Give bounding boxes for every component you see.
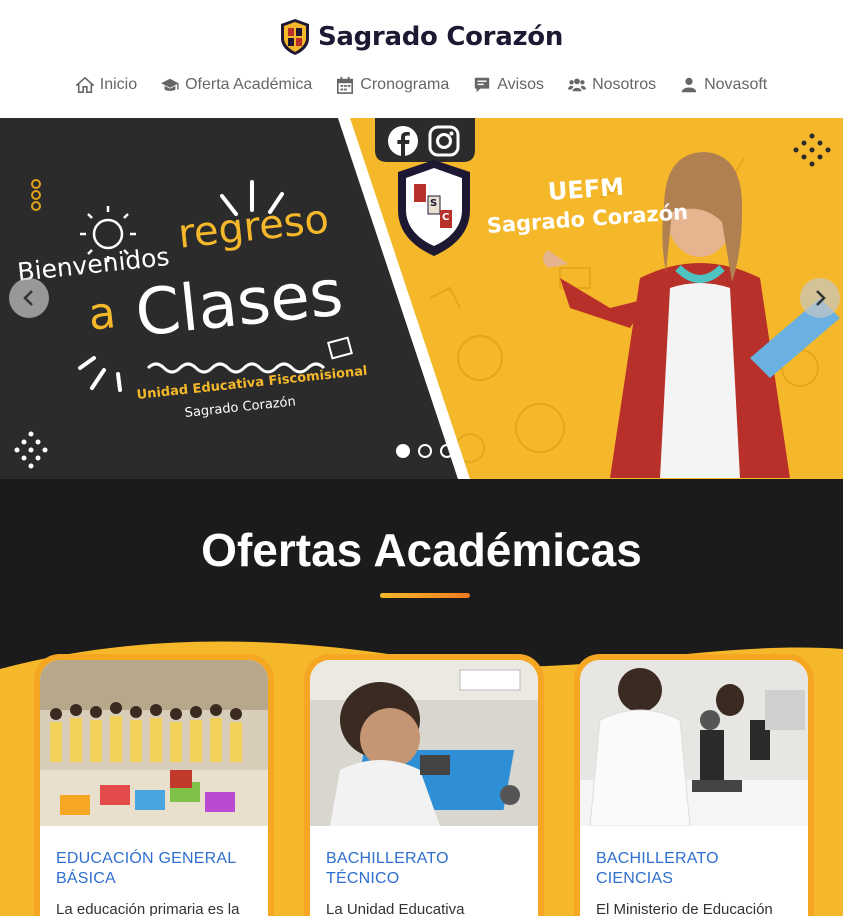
nav-label: Novasoft bbox=[704, 76, 768, 93]
banner-uefm: UEFM bbox=[547, 172, 625, 206]
card-text: La Unidad Educativa bbox=[326, 901, 465, 916]
chevron-left-icon bbox=[23, 290, 33, 306]
carousel-dot-2[interactable] bbox=[418, 444, 432, 458]
school-shield-icon bbox=[280, 19, 309, 55]
card-title[interactable]: BACHILLERATO CIENCIAS bbox=[596, 849, 792, 889]
oferta-card-basica[interactable]: EDUCACIÓN GENERAL BÁSICA La educación pr… bbox=[34, 654, 274, 916]
nav-label: Oferta Académica bbox=[185, 76, 313, 93]
main-nav: Inicio Oferta Académica Cronograma Aviso… bbox=[0, 76, 843, 94]
card-text: La educación primaria es la bbox=[56, 901, 240, 916]
nav-item-oferta-academica[interactable]: Oferta Académica bbox=[161, 76, 312, 94]
nav-item-inicio[interactable]: Inicio bbox=[75, 76, 138, 94]
nav-item-avisos[interactable]: Avisos bbox=[473, 76, 544, 94]
carousel-next-button[interactable] bbox=[800, 278, 840, 318]
card-text: El Ministerio de Educación bbox=[596, 901, 773, 916]
section-title: Ofertas Académicas bbox=[201, 524, 642, 576]
chevron-right-icon bbox=[816, 290, 826, 306]
carousel-dot-3[interactable] bbox=[440, 444, 454, 458]
site-header: Sagrado Corazón Inicio Oferta Académica … bbox=[0, 0, 843, 118]
oferta-card-tecnico[interactable]: BACHILLERATO TÉCNICO La Unidad Educativa bbox=[304, 654, 544, 916]
nav-item-novasoft[interactable]: Novasoft bbox=[680, 76, 767, 94]
nav-item-cronograma[interactable]: Cronograma bbox=[336, 76, 449, 94]
brand-logo[interactable]: Sagrado Corazón bbox=[0, 18, 843, 56]
calendar-icon bbox=[337, 76, 354, 94]
users-icon bbox=[568, 78, 587, 92]
nav-item-nosotros[interactable]: Nosotros bbox=[568, 76, 656, 94]
card-title[interactable]: BACHILLERATO TÉCNICO bbox=[326, 849, 522, 889]
carousel-indicators bbox=[396, 444, 454, 458]
nav-label: Cronograma bbox=[360, 76, 450, 93]
card-photo bbox=[580, 660, 808, 827]
banner-background bbox=[0, 118, 840, 479]
nav-label: Inicio bbox=[99, 76, 138, 93]
message-icon bbox=[475, 77, 490, 93]
nav-label: Avisos bbox=[497, 76, 545, 93]
banner-shield-s: S bbox=[430, 198, 438, 209]
user-icon bbox=[681, 77, 697, 93]
home-icon bbox=[75, 76, 94, 94]
card-photo bbox=[310, 660, 538, 826]
ofertas-section: Ofertas Académicas EDUCACIÓN GENERAL BÁS… bbox=[0, 479, 843, 916]
graduation-cap-icon bbox=[161, 78, 179, 91]
brand-name: Sagrado Corazón bbox=[317, 22, 564, 52]
carousel-prev-button[interactable] bbox=[9, 278, 49, 318]
carousel-dot-1[interactable] bbox=[396, 444, 410, 458]
nav-label: Nosotros bbox=[592, 76, 657, 93]
hero-carousel: Bienvenidos regreso a Clases Unidad Educ… bbox=[0, 118, 843, 479]
facebook-icon[interactable] bbox=[387, 125, 419, 157]
banner-a: a bbox=[86, 287, 119, 341]
card-title[interactable]: EDUCACIÓN GENERAL BÁSICA bbox=[56, 849, 252, 889]
card-photo bbox=[40, 660, 268, 826]
instagram-icon[interactable] bbox=[428, 125, 460, 157]
oferta-card-ciencias[interactable]: BACHILLERATO CIENCIAS El Ministerio de E… bbox=[574, 654, 814, 916]
banner-shield-c: C bbox=[442, 212, 450, 223]
title-underline bbox=[380, 593, 470, 598]
